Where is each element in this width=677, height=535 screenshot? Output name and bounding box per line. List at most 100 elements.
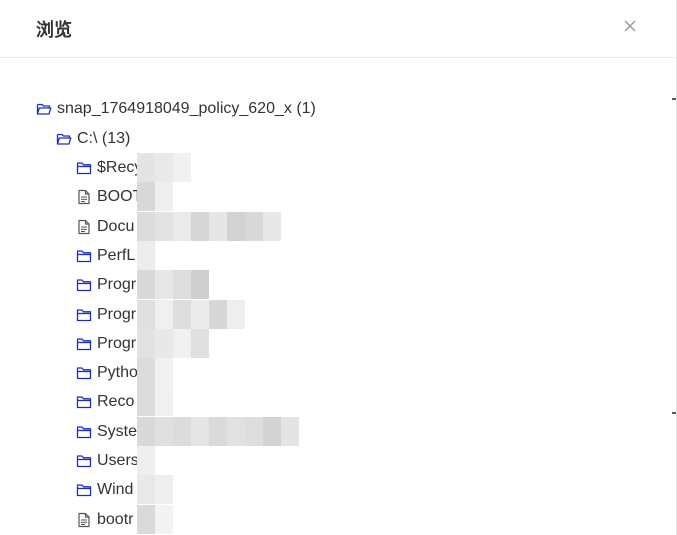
redaction-mosaic (137, 270, 209, 300)
mosaic-cell (245, 211, 263, 241)
mosaic-cell (281, 416, 299, 446)
mosaic-cell (137, 416, 155, 446)
tree-node-file[interactable]: BOOT (76, 185, 139, 209)
mosaic-cell (137, 475, 155, 505)
file-icon (76, 189, 92, 205)
mosaic-cell (155, 475, 173, 505)
file-icon (76, 512, 92, 528)
close-button[interactable] (619, 15, 641, 37)
mosaic-cell (155, 416, 173, 446)
tree-node-label: Pytho (97, 364, 137, 382)
tree-node-label: $Recy (97, 159, 143, 176)
folder-icon-svg (76, 396, 92, 409)
tree-node-folder[interactable]: $Recy (76, 156, 142, 180)
file-icon-svg (78, 219, 90, 234)
redaction-mosaic (137, 182, 173, 212)
tree-node-label: Wind (97, 481, 134, 499)
folder-icon (76, 160, 92, 176)
folder-icon (76, 365, 92, 381)
tree-node-folder[interactable]: PerfL (76, 244, 135, 268)
redaction-mosaic (137, 504, 173, 534)
tree-node-label: bootr (97, 510, 134, 528)
mosaic-cell (173, 211, 191, 241)
tree-node-label: Progr (97, 276, 137, 294)
mosaic-cell (173, 416, 191, 446)
mosaic-cell (245, 416, 263, 446)
mosaic-cell (155, 182, 173, 212)
mosaic-cell (137, 270, 155, 300)
file-icon (76, 219, 92, 235)
tree-node-label: BOOT (97, 188, 139, 206)
mosaic-cell (137, 328, 155, 358)
mosaic-cell (173, 153, 191, 182)
folder-icon-svg (76, 367, 92, 380)
mosaic-cell (191, 299, 209, 329)
tree-node-file[interactable]: bootr (76, 508, 133, 532)
mosaic-cell (191, 211, 209, 241)
folder-icon (76, 453, 92, 469)
tree-node-file[interactable]: Docu (76, 215, 134, 239)
folder-icon (76, 482, 92, 498)
folder-icon-svg (76, 426, 92, 438)
folder-icon-svg (76, 279, 92, 292)
folder-icon (76, 394, 92, 410)
folder-icon (76, 248, 92, 264)
tree-node-folder[interactable]: Syste (76, 420, 137, 444)
redaction-mosaic (137, 328, 209, 358)
folder-icon-svg (76, 162, 92, 175)
mosaic-cell (137, 240, 155, 270)
browse-dialog: 浏览 snap_1764918049_policy_620_x (1) C:\ … (0, 0, 677, 535)
mosaic-cell (173, 299, 191, 329)
mosaic-cell (173, 328, 191, 358)
redaction-mosaic (137, 299, 245, 329)
mosaic-cell (137, 446, 155, 475)
redaction-mosaic (137, 211, 281, 241)
tree-node-drive[interactable]: C:\ (13) (56, 127, 130, 151)
mosaic-cell (209, 299, 227, 329)
mosaic-cell (155, 299, 173, 329)
mosaic-cell (173, 270, 191, 300)
tree-node-label: Progr (97, 334, 137, 352)
tree-node-label: Syste (97, 422, 137, 440)
mosaic-cell (155, 211, 173, 241)
mosaic-cell (263, 416, 281, 446)
mosaic-cell (137, 387, 155, 417)
mosaic-cell (155, 387, 173, 417)
mosaic-cell (227, 299, 245, 329)
mosaic-cell (137, 504, 155, 534)
tree-node-folder[interactable]: Progr (76, 273, 136, 297)
dialog-header: 浏览 (0, 0, 676, 58)
mosaic-cell (227, 416, 245, 446)
tree-node-folder[interactable]: Progr (76, 303, 136, 327)
tree-node-folder[interactable]: Pytho (76, 361, 137, 385)
mosaic-cell (137, 211, 155, 241)
mosaic-cell (155, 328, 173, 358)
mosaic-cell (137, 358, 155, 388)
tree-node-label: PerfL (97, 246, 136, 264)
mosaic-cell (155, 358, 173, 388)
mosaic-cell (191, 270, 209, 300)
folder-icon-svg (76, 484, 92, 497)
folder-icon (76, 336, 92, 352)
mosaic-cell (137, 299, 155, 329)
tree-node-folder[interactable]: Progr (76, 332, 136, 356)
folder-icon (76, 277, 92, 293)
redaction-mosaic (137, 416, 299, 446)
mosaic-cell (227, 211, 245, 241)
mosaic-cell (155, 270, 173, 300)
tree-node-label: Docu (97, 217, 135, 235)
folder-icon-svg (76, 338, 92, 350)
tree-node-root[interactable]: snap_1764918049_policy_620_x (1) (36, 97, 316, 121)
tree-node-folder[interactable]: Users (76, 449, 139, 473)
folder-icon-svg (76, 250, 92, 263)
file-icon-svg (78, 190, 90, 205)
mosaic-cell (137, 182, 155, 212)
mosaic-cell (263, 211, 281, 241)
tree-node-folder[interactable]: Wind (76, 478, 133, 502)
redaction-mosaic (137, 387, 173, 417)
mosaic-cell (155, 504, 173, 534)
folder-open-icon (56, 131, 72, 147)
tree-node-folder[interactable]: Reco (76, 390, 134, 414)
dialog-title: 浏览 (36, 20, 72, 41)
folder-icon (76, 424, 92, 440)
